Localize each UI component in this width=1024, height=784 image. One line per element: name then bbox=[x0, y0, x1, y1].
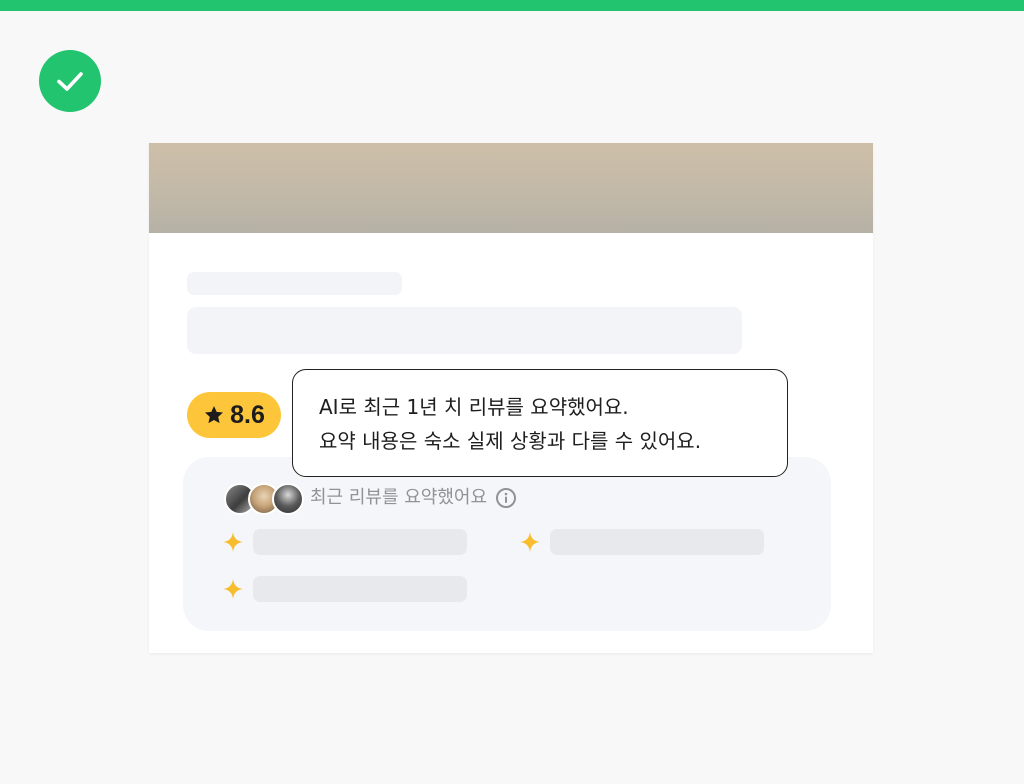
check-icon bbox=[39, 50, 101, 112]
avatar bbox=[272, 483, 304, 515]
summary-title: 최근 리뷰를 요약했어요 bbox=[310, 487, 488, 508]
subtitle-skeleton bbox=[187, 307, 742, 354]
star-icon bbox=[203, 404, 225, 426]
hero-image bbox=[149, 143, 873, 233]
rating-score: 8.6 bbox=[230, 400, 265, 429]
info-icon[interactable] bbox=[495, 487, 517, 509]
sparkle-icon bbox=[222, 578, 244, 600]
summary-line-skeleton bbox=[253, 576, 467, 602]
sparkle-icon bbox=[222, 531, 244, 553]
tooltip-line-1: AI로 최근 1년 치 리뷰를 요약했어요. bbox=[319, 395, 629, 419]
top-accent-bar bbox=[0, 0, 1024, 11]
title-skeleton bbox=[187, 272, 402, 295]
sparkle-icon bbox=[519, 531, 541, 553]
summary-line-skeleton bbox=[253, 529, 467, 555]
rating-badge: 8.6 bbox=[187, 392, 281, 438]
reviewer-avatars bbox=[224, 483, 304, 515]
ai-summary-tooltip: AI로 최근 1년 치 리뷰를 요약했어요. 요약 내용은 숙소 실제 상황과 … bbox=[292, 369, 788, 477]
summary-line-skeleton bbox=[550, 529, 764, 555]
tooltip-line-2: 요약 내용은 숙소 실제 상황과 다를 수 있어요. bbox=[319, 429, 702, 453]
review-summary-panel: 최근 리뷰를 요약했어요 bbox=[183, 457, 831, 631]
summary-header: 최근 리뷰를 요약했어요 bbox=[310, 484, 517, 512]
